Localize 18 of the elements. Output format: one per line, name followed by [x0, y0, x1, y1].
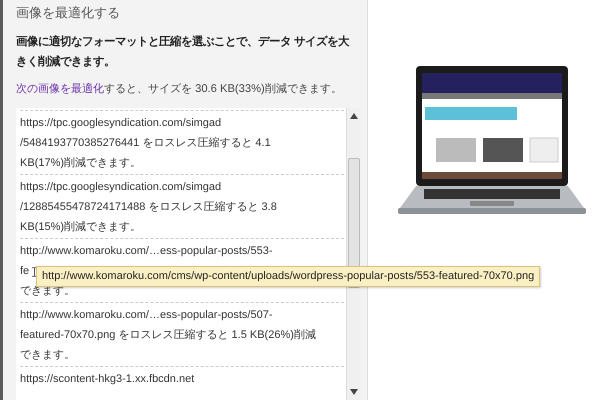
resource-text: KB(15%)削減できます。 [20, 220, 142, 235]
resource-text: /5484193770385276441 をロスレス圧縮すると 4.1 [20, 136, 271, 151]
resource-text: https://tpc.googlesyndication.com/simgad [20, 180, 222, 195]
resource-text: /12885455478724171488 をロスレス圧縮すると 3.8 [20, 200, 277, 215]
resource-text: KB(17%)削減できます。 [20, 156, 142, 171]
resource-text: featured-70x70.png をロスレス圧縮すると 1.5 KB(26%)削減 [20, 328, 316, 343]
savings-sentence: 次の画像を最適化すると、サイズを 30.6 KB(33%)削減できます。 [16, 82, 343, 97]
summary-text: 画像に適切なフォーマットと圧縮を選ぶことで、データ サイズを大きく削減できます。 [16, 34, 350, 70]
section-title: 画像を最適化する [16, 4, 121, 22]
resource-text: できます。 [20, 348, 75, 363]
url-tooltip: http://www.komaroku.com/cms/wp-content/uploads/wordpress-popular-posts/553-featured-70x70.png [36, 266, 540, 287]
resource-text: fe [20, 264, 30, 279]
resource-text: http://www.komaroku.com/…ess-popular-posts/553- [20, 244, 272, 259]
resource-text: https://scontent-hkg3-1.xx.fbcdn.net [20, 372, 194, 387]
resource-text: https://tpc.googlesyndication.com/simgad [20, 116, 222, 131]
text-cursor-icon [32, 267, 37, 277]
resource-text: http://www.komaroku.com/…ess-popular-posts/507- [20, 308, 272, 323]
optimize-images-link[interactable]: 次の画像を最適化 [16, 83, 104, 95]
